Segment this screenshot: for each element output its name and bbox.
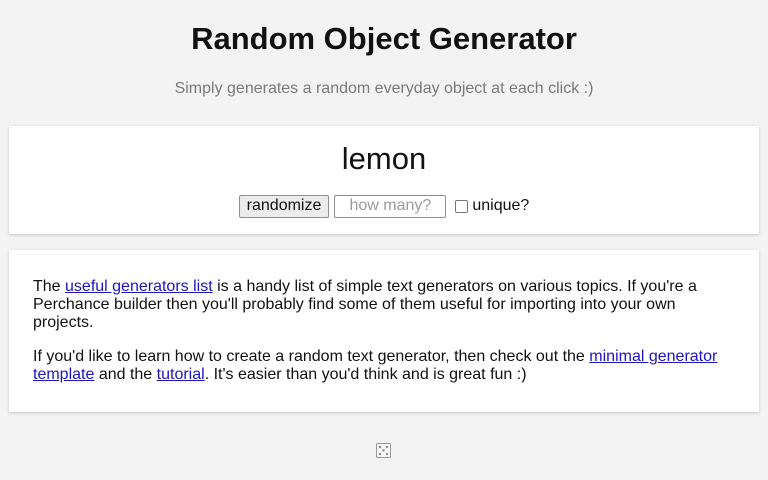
useful-generators-link[interactable]: useful generators list — [65, 278, 213, 295]
info-text: If you'd like to learn how to create a r… — [33, 348, 590, 365]
generated-result: lemon — [341, 141, 427, 176]
page-subtitle: Simply generates a random everyday objec… — [174, 80, 594, 97]
unique-checkbox[interactable] — [455, 199, 469, 213]
how-many-input[interactable] — [334, 194, 447, 218]
unique-option[interactable]: unique? — [455, 197, 529, 215]
generator-controls: randomize unique? — [0, 194, 768, 218]
randomize-button[interactable]: randomize — [238, 194, 330, 218]
page-title: Random Object Generator — [191, 21, 577, 56]
info-text: The — [33, 278, 66, 295]
unique-label[interactable]: unique? — [472, 197, 529, 215]
tutorial-link[interactable]: tutorial — [157, 366, 205, 383]
dice-icon — [376, 443, 391, 458]
info-text: . It's easier than you'd think and is gr… — [204, 366, 527, 383]
info-text: and the — [94, 366, 157, 383]
info-paragraph-generators: The useful generators list is a handy li… — [33, 278, 733, 332]
page: Random Object Generator Simply generates… — [0, 0, 768, 480]
info-paragraph-tutorial: If you'd like to learn how to create a r… — [33, 348, 733, 384]
